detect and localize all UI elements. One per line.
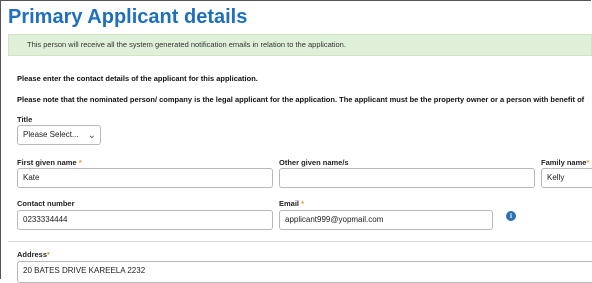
contact-number-input[interactable]: 0233334444 xyxy=(17,210,273,230)
email-label: Email * xyxy=(279,199,305,208)
info-icon[interactable]: i xyxy=(506,211,516,221)
required-marker: * xyxy=(301,199,305,208)
contact-instruction: Please enter the contact details of the … xyxy=(17,74,258,83)
title-label: Title xyxy=(17,115,33,124)
family-name-label: Family name* xyxy=(541,158,590,167)
notification-text: This person will receive all the system … xyxy=(27,40,346,49)
required-marker: * xyxy=(586,158,590,167)
section-divider xyxy=(8,241,592,242)
title-select-value: Please Select... xyxy=(23,130,79,139)
other-names-input[interactable] xyxy=(279,168,535,188)
other-names-label: Other given name/s xyxy=(279,158,349,167)
notification-banner: This person will receive all the system … xyxy=(8,34,592,56)
title-select[interactable]: Please Select... ⌄ xyxy=(17,125,101,145)
legal-applicant-note: Please note that the nominated person/ c… xyxy=(17,95,585,104)
required-marker: * xyxy=(78,158,82,167)
family-name-input[interactable]: Kelly xyxy=(541,168,592,188)
first-name-input[interactable]: Kate xyxy=(17,168,273,188)
contact-number-label: Contact number xyxy=(17,199,75,208)
page-title: Primary Applicant details xyxy=(8,6,248,28)
email-input[interactable]: applicant999@yopmail.com xyxy=(279,210,493,230)
address-label: Address* xyxy=(17,250,50,259)
first-name-label: First given name * xyxy=(17,158,82,167)
chevron-down-icon: ⌄ xyxy=(87,130,96,141)
required-marker: * xyxy=(47,250,50,259)
